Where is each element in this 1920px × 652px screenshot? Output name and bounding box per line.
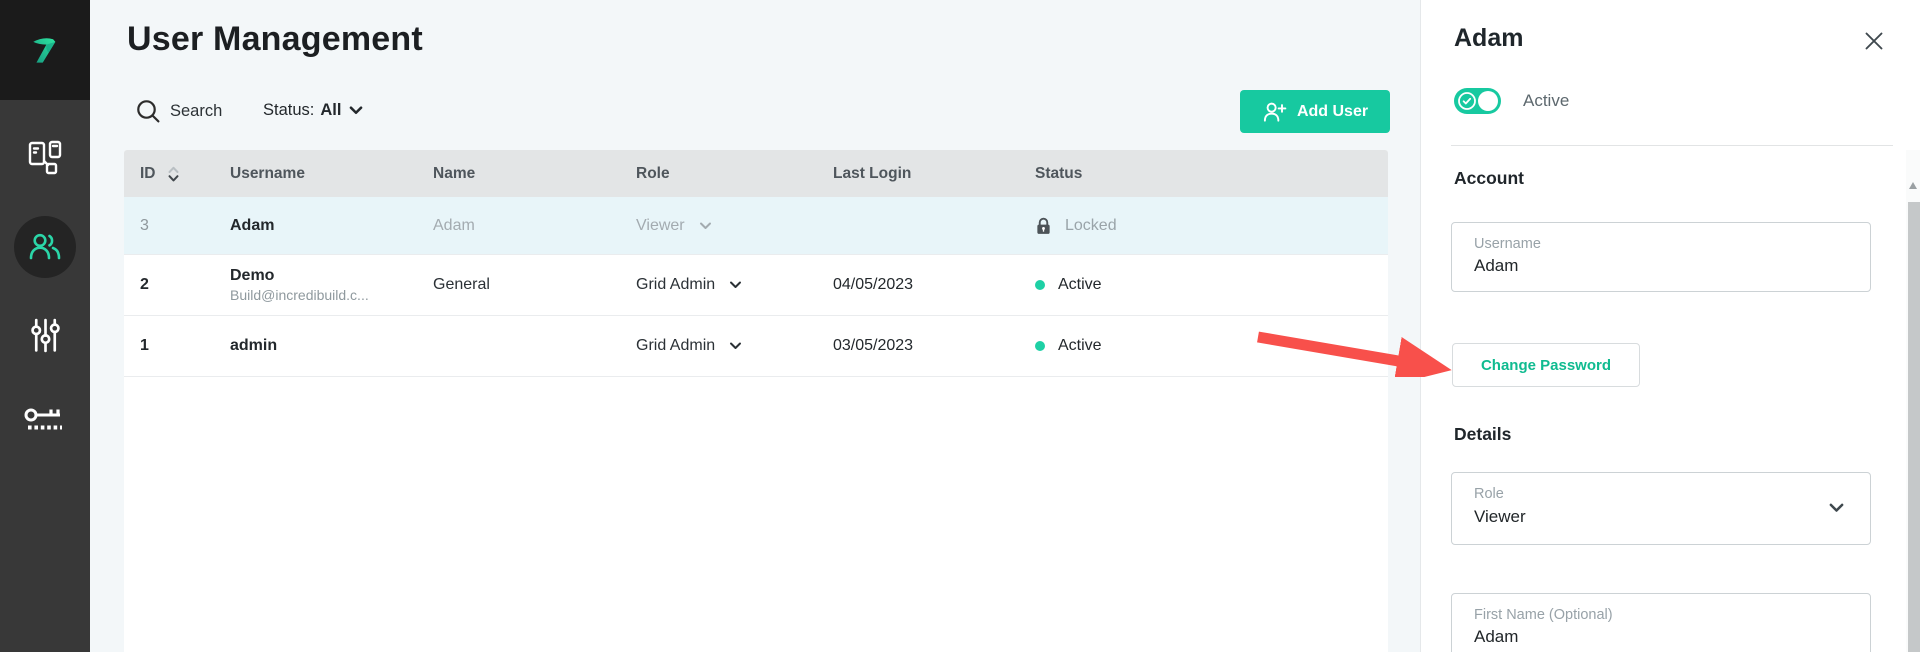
role-dropdown[interactable]: Grid Admin <box>636 337 742 355</box>
cell-username: Adam <box>230 217 274 235</box>
status-filter-dropdown[interactable]: Status: All <box>263 101 363 120</box>
incredibuild-logo-icon <box>27 32 63 68</box>
sliders-icon <box>27 317 64 354</box>
scrollbar-thumb[interactable] <box>1908 202 1920 652</box>
first-name-input[interactable] <box>1474 625 1804 649</box>
table-row-admin[interactable]: 1 admin Grid Admin 03/05/2023 <box>124 316 1388 377</box>
cell-username: admin <box>230 337 277 355</box>
sidebar-item-users[interactable] <box>14 216 76 278</box>
role-value: Grid Admin <box>636 276 715 294</box>
app-window: User Management Search Status: All <box>0 0 1920 652</box>
chevron-down-icon <box>729 281 742 289</box>
status-badge: Locked <box>1065 217 1117 235</box>
users-table: ID Username Name Role Last Login Status <box>124 150 1388 652</box>
active-toggle[interactable] <box>1454 88 1501 114</box>
username-field[interactable]: Username <box>1451 222 1871 292</box>
divider <box>1451 145 1893 146</box>
role-select[interactable]: Role Viewer <box>1451 472 1871 545</box>
active-status-dot <box>1035 341 1045 351</box>
cell-name: General <box>433 276 490 294</box>
chevron-down-icon <box>729 342 742 350</box>
table-body: 3 Adam Adam Viewer <box>124 197 1388 377</box>
first-name-field-label: First Name (Optional) <box>1474 605 1848 625</box>
panel-scrollbar[interactable] <box>1906 150 1920 652</box>
role-value: Viewer <box>636 217 685 235</box>
key-icon <box>22 404 68 444</box>
column-header-status: Status <box>1035 165 1082 183</box>
status-filter-value: All <box>320 101 341 120</box>
close-icon <box>1864 31 1884 51</box>
status-badge: Active <box>1058 337 1102 355</box>
sort-icon[interactable] <box>168 166 179 182</box>
sidebar-item-settings[interactable] <box>0 311 90 359</box>
table-header-row: ID Username Name Role Last Login Status <box>124 150 1388 197</box>
active-toggle-label: Active <box>1523 91 1569 111</box>
search-label: Search <box>170 102 222 121</box>
sidebar <box>0 0 90 652</box>
cell-id: 1 <box>140 337 149 355</box>
search-icon <box>135 98 161 124</box>
cell-id: 2 <box>140 276 149 294</box>
status-filter-label: Status: <box>263 101 314 120</box>
column-header-username: Username <box>230 165 305 183</box>
role-value: Grid Admin <box>636 337 715 355</box>
table-row-demo[interactable]: 2 Demo Build@incredibuild.c... General G… <box>124 255 1388 316</box>
active-toggle-row: Active <box>1454 88 1569 114</box>
status-badge: Active <box>1058 276 1102 294</box>
column-header-id: ID <box>140 165 156 183</box>
username-field-label: Username <box>1474 234 1848 254</box>
main-content: User Management Search Status: All <box>90 0 1420 652</box>
column-header-role: Role <box>636 165 670 183</box>
close-panel-button[interactable] <box>1861 28 1887 54</box>
sidebar-item-license[interactable] <box>0 398 90 450</box>
change-password-button[interactable]: Change Password <box>1452 343 1640 387</box>
cell-username: Demo <box>230 265 369 287</box>
add-user-label: Add User <box>1297 103 1368 121</box>
cell-email: Build@incredibuild.c... <box>230 286 369 305</box>
chevron-down-icon <box>1829 503 1844 513</box>
chevron-down-icon <box>349 106 363 115</box>
table-row-adam[interactable]: 3 Adam Adam Viewer <box>124 197 1388 255</box>
role-dropdown[interactable]: Grid Admin <box>636 276 742 294</box>
account-section-header: Account <box>1454 168 1524 189</box>
sidebar-item-machines[interactable] <box>0 134 90 182</box>
users-icon <box>27 229 63 265</box>
check-icon <box>1457 91 1477 111</box>
username-input[interactable] <box>1474 254 1804 278</box>
toggle-knob <box>1478 91 1498 111</box>
add-user-icon <box>1262 101 1287 123</box>
details-section-header: Details <box>1454 424 1511 445</box>
logo-block[interactable] <box>0 0 90 100</box>
cell-last-login: 04/05/2023 <box>833 276 913 294</box>
column-header-last-login: Last Login <box>833 165 911 183</box>
user-detail-panel: Adam Active Account Username <box>1420 0 1920 652</box>
cell-id: 3 <box>140 217 149 235</box>
add-user-button[interactable]: Add User <box>1240 90 1390 133</box>
first-name-field[interactable]: First Name (Optional) <box>1451 593 1871 652</box>
search-control[interactable]: Search <box>135 98 222 124</box>
scroll-up-arrow-icon[interactable] <box>1909 182 1917 189</box>
panel-title: Adam <box>1454 24 1523 53</box>
page-title: User Management <box>127 20 423 59</box>
machines-icon <box>25 138 65 178</box>
role-dropdown[interactable]: Viewer <box>636 217 712 235</box>
role-select-value: Viewer <box>1474 504 1848 530</box>
lock-icon <box>1035 216 1052 236</box>
column-header-name: Name <box>433 165 475 183</box>
role-select-label: Role <box>1474 484 1848 504</box>
cell-last-login: 03/05/2023 <box>833 337 913 355</box>
cell-name: Adam <box>433 217 475 235</box>
active-status-dot <box>1035 280 1045 290</box>
chevron-down-icon <box>699 222 712 230</box>
